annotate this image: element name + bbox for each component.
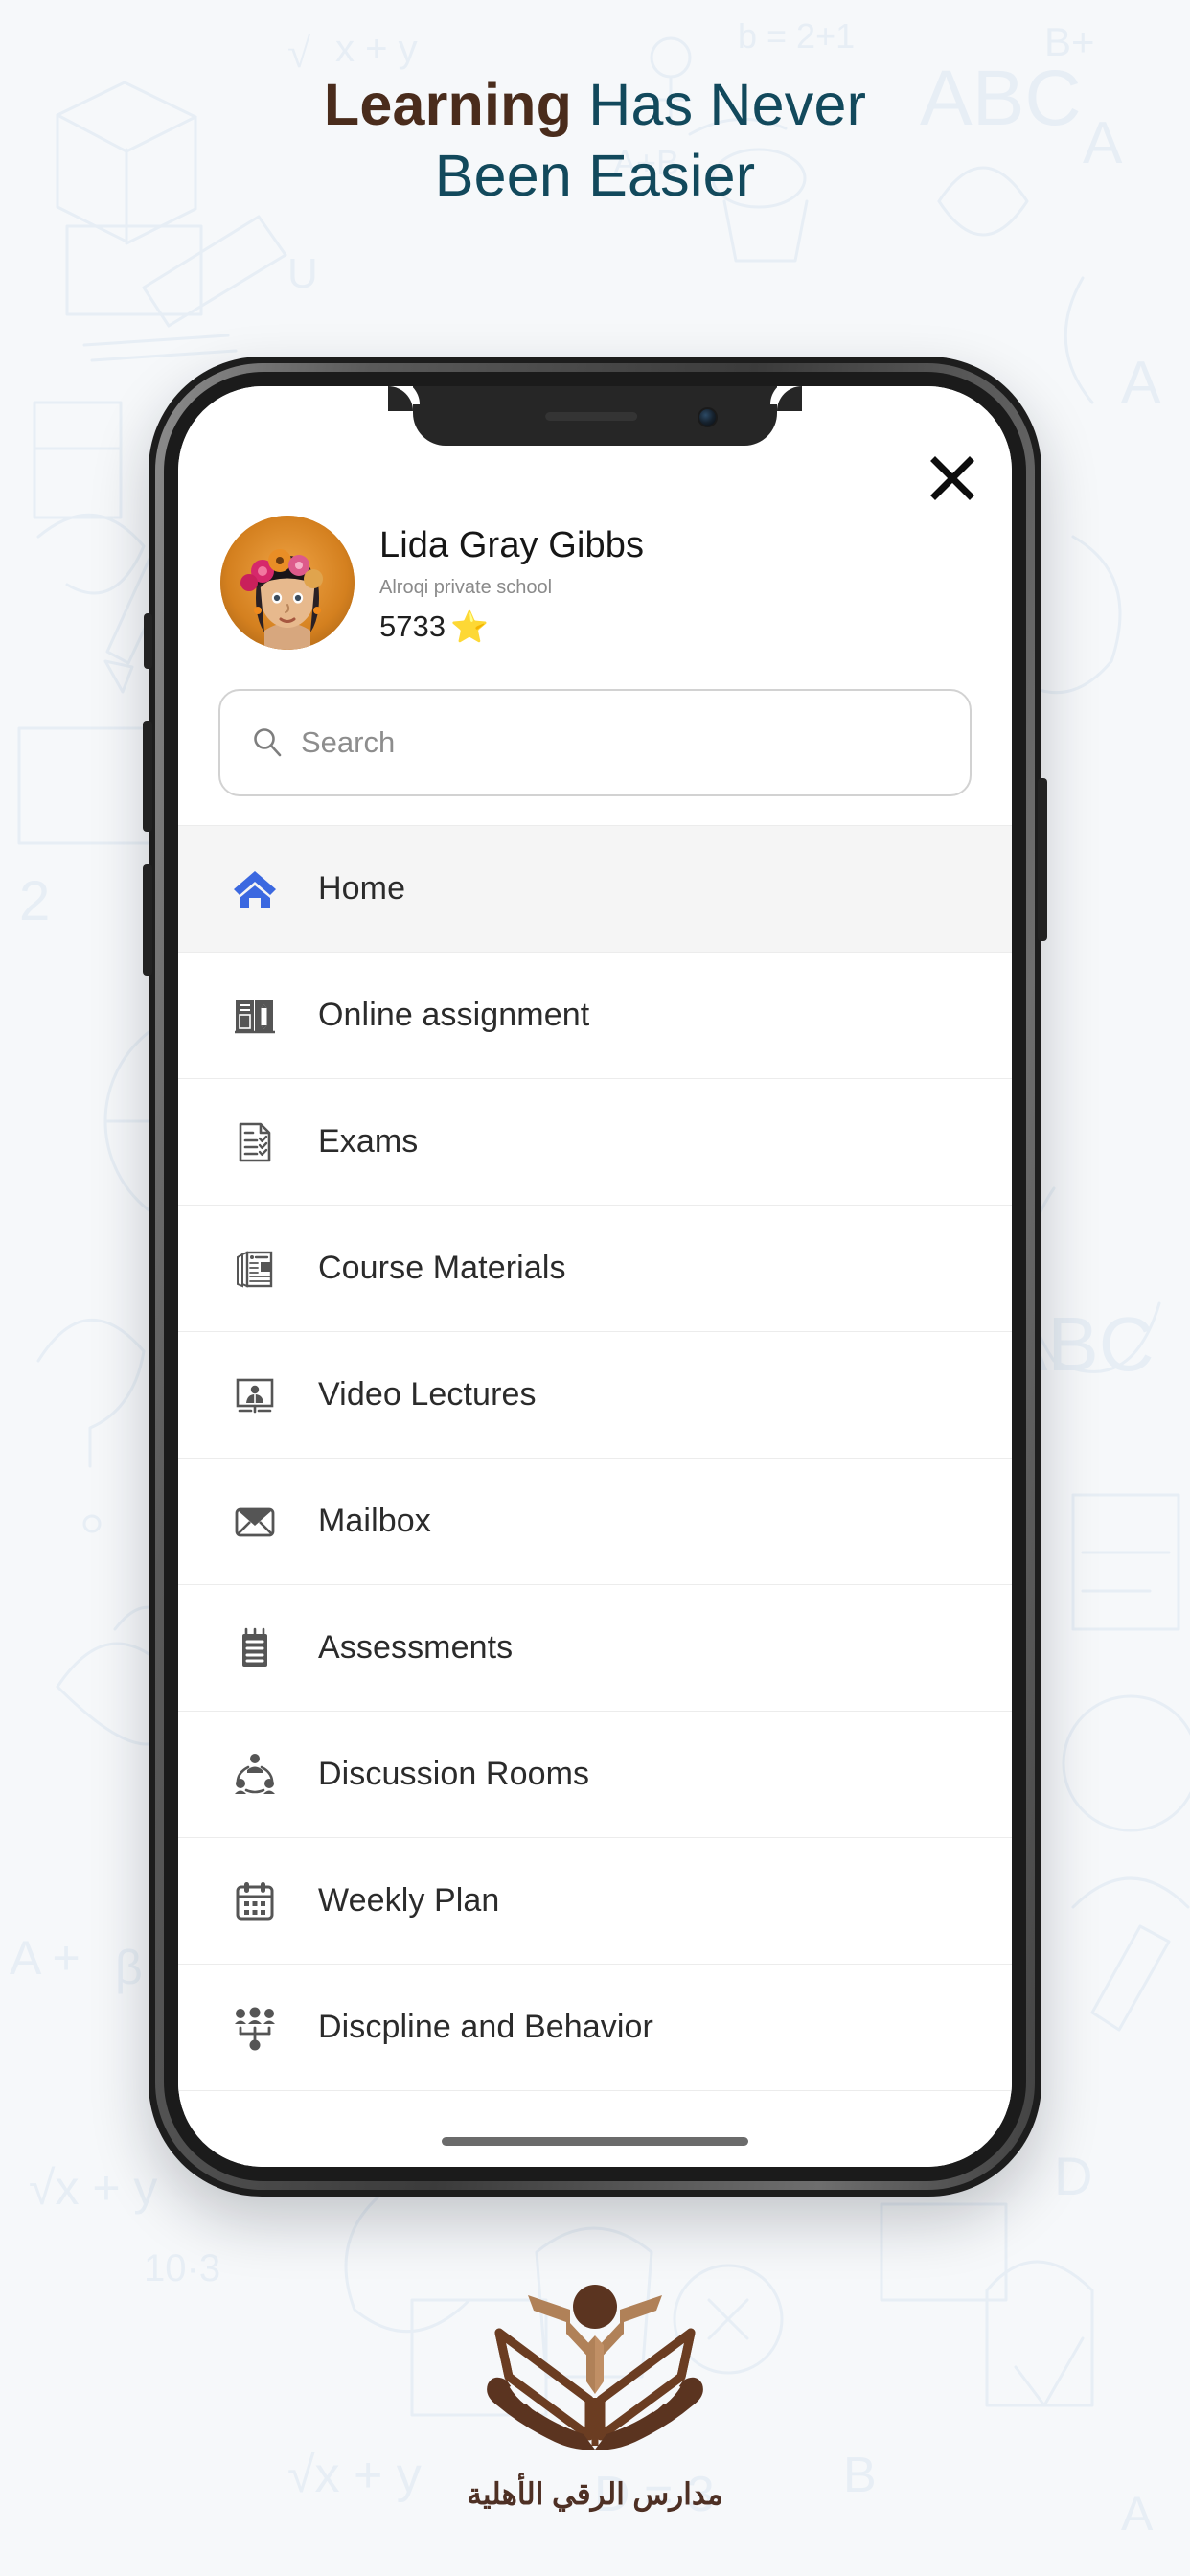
drawer-header [178,446,1012,501]
calendar-icon [230,1876,280,1926]
menu-label: Exams [318,1123,419,1160]
silent-switch-button[interactable] [144,613,152,669]
menu-item-mailbox[interactable]: Mailbox [178,1459,1012,1585]
svg-text:A: A [1121,350,1161,416]
book-pencil-icon [230,991,280,1041]
power-button[interactable] [1038,778,1047,941]
profile-school: Alroqi private school [379,577,553,598]
svg-text:b = 2+1: b = 2+1 [738,16,855,56]
svg-text:√x + y: √x + y [287,2448,422,2503]
menu-item-weekly-plan[interactable]: Weekly Plan [178,1838,1012,1965]
navigation-menu: Home Online assignment Exams Course Mate… [178,825,1012,2091]
phone-mockup: Lida Gray Gibbs Alroqi private school 57… [143,356,1047,2196]
menu-label: Weekly Plan [318,1882,500,1919]
svg-text:β: β [115,1941,143,1994]
phone-screen: Lida Gray Gibbs Alroqi private school 57… [178,386,1012,2167]
menu-item-assessments[interactable]: Assessments [178,1585,1012,1712]
avatar-portrait-icon [220,516,355,650]
home-icon [230,864,280,914]
page-headline: Learning Has Never Been Easier [0,69,1190,212]
checklist-doc-icon [230,1117,280,1167]
svg-text:U: U [287,250,318,297]
close-icon[interactable] [927,453,977,503]
menu-label: Video Lectures [318,1376,537,1413]
profile-points-value: 5733 [379,610,446,643]
menu-label: Discussion Rooms [318,1756,590,1792]
notepad-icon [230,1623,280,1673]
svg-text:x + y: x + y [335,28,418,70]
footer-logo: مدارس الرقي الأهلية [437,2273,753,2512]
home-indicator[interactable] [442,2137,748,2146]
svg-text:2: 2 [19,870,50,932]
menu-item-video-lectures[interactable]: Video Lectures [178,1332,1012,1459]
menu-item-home[interactable]: Home [178,826,1012,953]
svg-text:B: B [843,2448,877,2503]
profile-points-row: 5733 ⭐ [379,610,644,644]
org-people-icon [230,2003,280,2053]
presentation-icon [230,1370,280,1420]
profile-section[interactable]: Lida Gray Gibbs Alroqi private school 57… [178,501,1012,664]
alroqi-schools-logo-icon [487,2285,703,2450]
footer-school-name: مدارس الرقي الأهلية [467,2477,723,2511]
menu-label: Online assignment [318,997,590,1033]
star-icon: ⭐ [449,610,489,644]
profile-name: Lida Gray Gibbs [379,525,645,565]
search-box[interactable] [218,689,972,796]
menu-label: Assessments [318,1629,514,1666]
front-camera [698,407,718,427]
menu-label: Course Materials [318,1250,566,1286]
phone-notch [388,386,802,446]
headline-light-part: Has Never [572,72,867,137]
headline-bold-part: Learning [323,72,573,137]
menu-label: Discpline and Behavior [318,2009,653,2045]
svg-text:√x + y: √x + y [29,2161,157,2215]
group-circle-icon [230,1750,280,1800]
earpiece-speaker [545,412,638,421]
svg-text:10·3: 10·3 [144,2247,220,2289]
menu-item-online-assignment[interactable]: Online assignment [178,953,1012,1079]
volume-down-button[interactable] [143,864,152,976]
search-input[interactable] [301,725,939,760]
svg-text:A +: A + [10,1931,80,1985]
search-section [178,664,1012,825]
newspaper-icon [230,1244,280,1294]
svg-text:D: D [1054,2146,1092,2206]
profile-text-block: Lida Gray Gibbs Alroqi private school 57… [379,521,644,644]
menu-item-course-materials[interactable]: Course Materials [178,1206,1012,1332]
volume-up-button[interactable] [143,721,152,832]
menu-item-discussion-rooms[interactable]: Discussion Rooms [178,1712,1012,1838]
menu-label: Home [318,870,406,907]
avatar [220,516,355,650]
headline-line-1: Learning Has Never [0,69,1190,140]
menu-label: Mailbox [318,1503,431,1539]
search-icon [251,726,284,759]
envelope-icon [230,1497,280,1547]
app-drawer: Lida Gray Gibbs Alroqi private school 57… [178,386,1012,2167]
menu-item-exams[interactable]: Exams [178,1079,1012,1206]
headline-line-2: Been Easier [434,143,756,209]
svg-text:A: A [1121,2487,1154,2541]
menu-item-discipline-and-behavior[interactable]: Discpline and Behavior [178,1965,1012,2091]
